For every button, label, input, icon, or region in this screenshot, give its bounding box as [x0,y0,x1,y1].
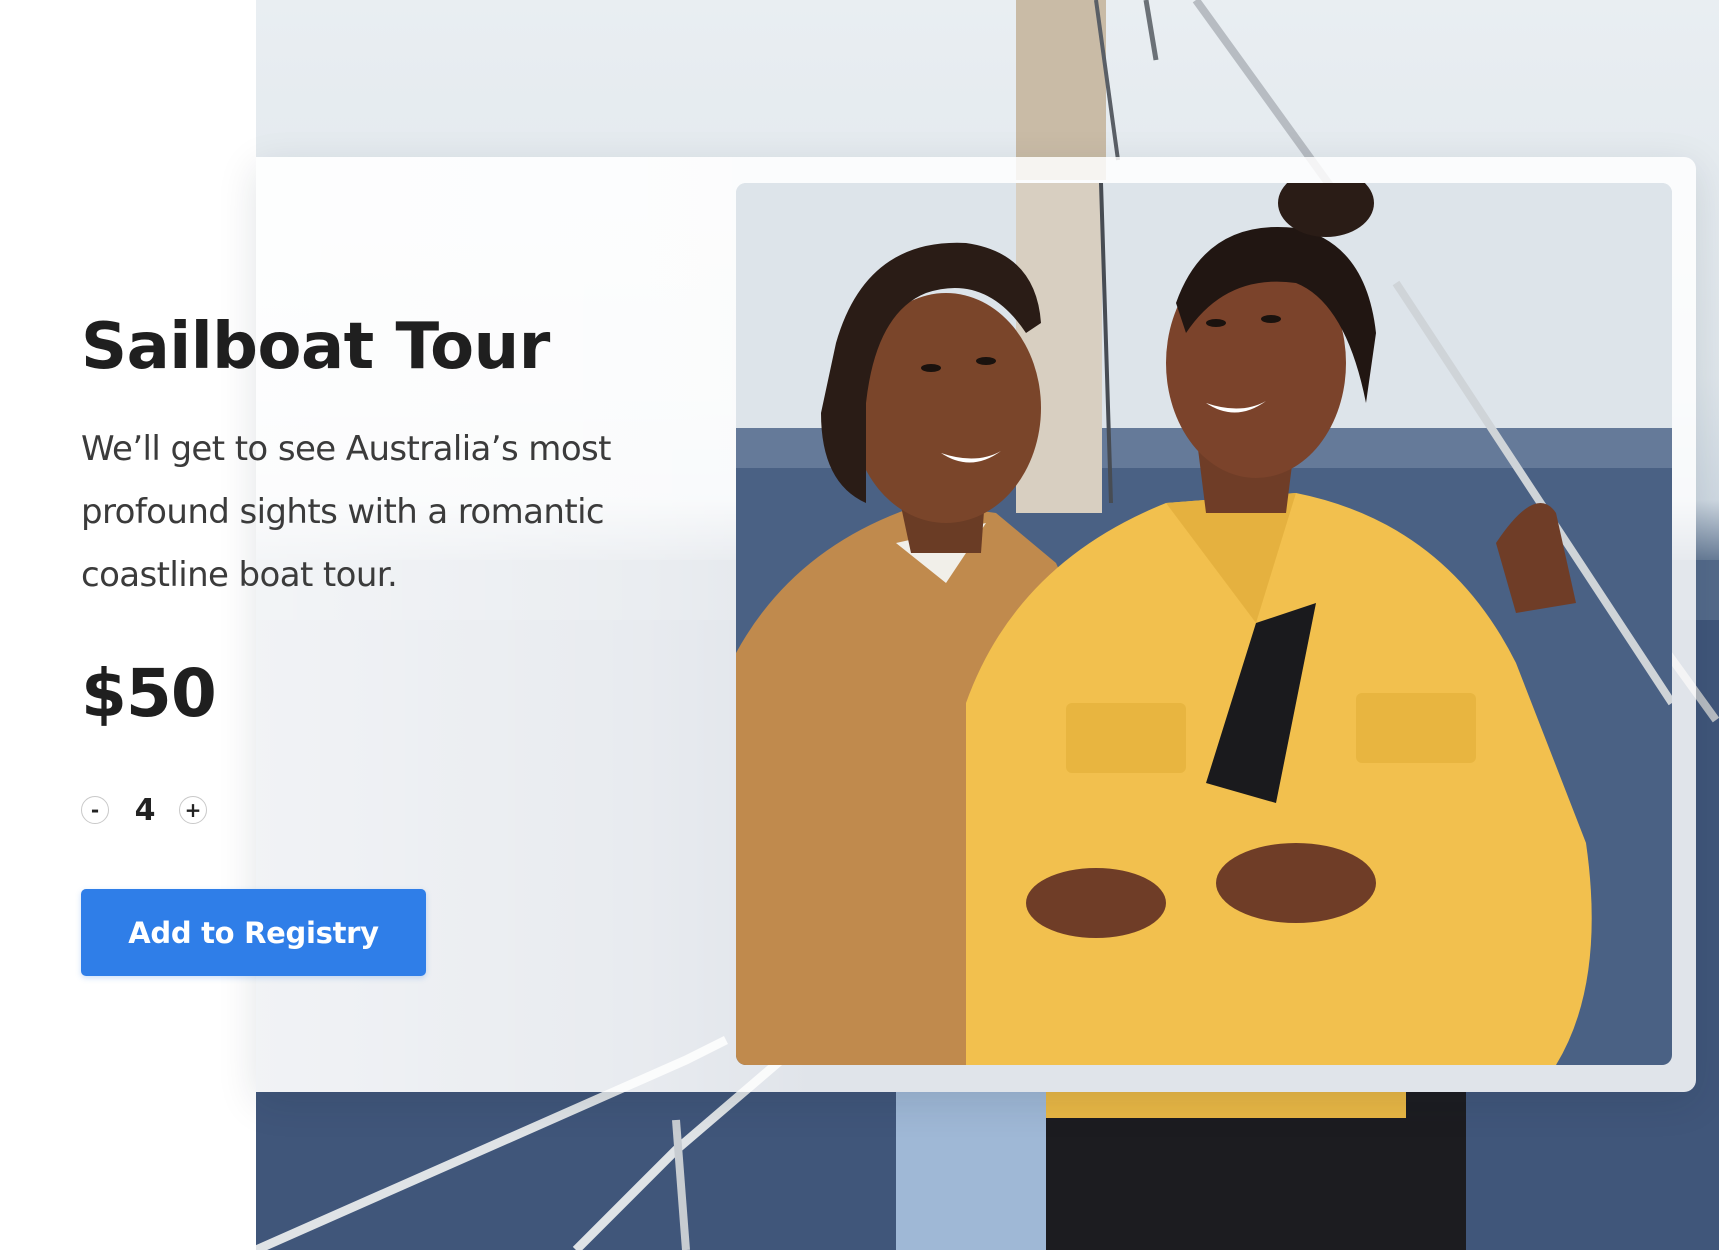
quantity-value: 4 [134,792,156,828]
increment-button[interactable]: + [179,796,207,824]
product-price: $50 [81,655,217,732]
product-description: We’ll get to see Australia’s most profou… [81,429,611,595]
product-photo [736,183,1672,1065]
product-title: Sailboat Tour [81,310,550,384]
add-to-registry-button[interactable]: Add to Registry [81,889,426,976]
quantity-stepper: - 4 + [81,792,207,828]
decrement-button[interactable]: - [81,796,109,824]
